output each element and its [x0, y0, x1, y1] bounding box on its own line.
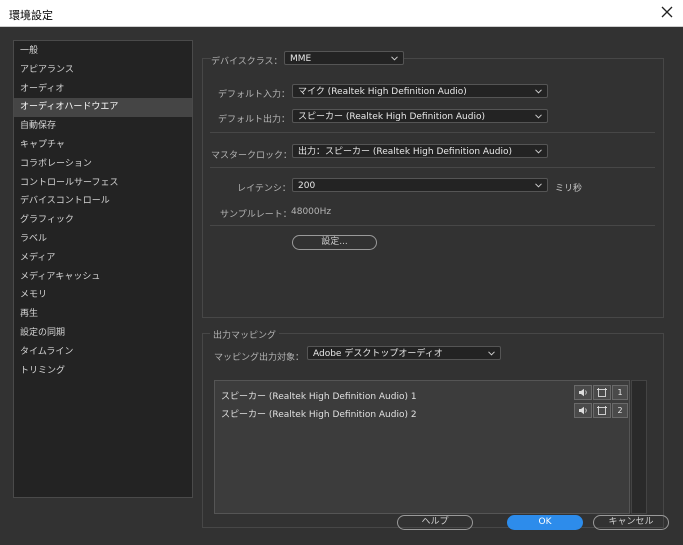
sidebar-item-trimming[interactable]: トリミング: [14, 362, 192, 381]
channel-2-number: 2: [612, 403, 628, 418]
sidebar-item-audio-hardware[interactable]: オーディオハードウエア: [14, 98, 192, 118]
sidebar-item-media[interactable]: メディア: [14, 249, 192, 268]
latency-label: レイテンシ：: [237, 184, 291, 194]
mapping-target-value: Adobe デスクトップオーディオ: [313, 349, 443, 359]
chevron-down-icon: [488, 351, 495, 356]
master-clock-value: 出力：スピーカー (Realtek High Definition Audio): [298, 147, 512, 157]
sidebar-item-collaboration[interactable]: コラボレーション: [14, 155, 192, 174]
default-output-value: スピーカー (Realtek High Definition Audio): [298, 112, 485, 122]
latency-unit: ミリ秒: [555, 184, 583, 194]
help-button[interactable]: ヘルプ: [397, 515, 473, 530]
channel-row-1[interactable]: スピーカー (Realtek High Definition Audio) 1: [221, 389, 417, 402]
window-title: 環境設定: [9, 9, 53, 22]
device-class-label: デバイスクラス：: [211, 54, 286, 67]
sidebar-item-appearance[interactable]: アピアランス: [14, 61, 192, 80]
sidebar-item-audio[interactable]: オーディオ: [14, 80, 192, 99]
cancel-button[interactable]: キャンセル: [593, 515, 669, 530]
settings-button[interactable]: 設定...: [292, 235, 377, 250]
divider: [210, 225, 655, 226]
master-clock-dropdown[interactable]: 出力：スピーカー (Realtek High Definition Audio): [292, 144, 548, 158]
output-mapping-section-label: 出力マッピング: [210, 328, 280, 341]
mapping-target-label: マッピング出力対象：: [214, 353, 305, 363]
divider: [210, 132, 655, 133]
channel-2-speaker-button[interactable]: [574, 403, 592, 418]
chevron-down-icon: [391, 56, 398, 61]
sidebar-item-timeline[interactable]: タイムライン: [14, 343, 192, 362]
default-input-value: マイク (Realtek High Definition Audio): [298, 87, 467, 97]
sidebar-item-media-cache[interactable]: メディアキャッシュ: [14, 268, 192, 287]
sidebar-item-sync-settings[interactable]: 設定の同期: [14, 324, 192, 343]
category-list: 一般 アピアランス オーディオ オーディオハードウエア 自動保存 キャプチャ コ…: [14, 41, 192, 380]
mapping-target-dropdown[interactable]: Adobe デスクトップオーディオ: [307, 346, 501, 360]
channel-list-scrollbar[interactable]: [631, 380, 647, 514]
latency-value: 200: [298, 181, 316, 191]
sidebar-item-general[interactable]: 一般: [14, 42, 192, 61]
channel-2-frame-button[interactable]: [593, 403, 611, 418]
ok-button[interactable]: OK: [507, 515, 583, 530]
sample-rate-value: 48000Hz: [291, 207, 332, 217]
category-sidebar: 一般 アピアランス オーディオ オーディオハードウエア 自動保存 キャプチャ コ…: [13, 40, 193, 498]
device-class-dropdown[interactable]: MME: [284, 51, 404, 65]
default-input-dropdown[interactable]: マイク (Realtek High Definition Audio): [292, 84, 548, 98]
default-output-label: デフォルト出力：: [218, 115, 291, 125]
sample-rate-label: サンプルレート：: [220, 210, 292, 220]
chevron-down-icon: [535, 183, 542, 188]
sidebar-item-labels[interactable]: ラベル: [14, 230, 192, 249]
channel-1-number: 1: [612, 385, 628, 400]
channel-row-2[interactable]: スピーカー (Realtek High Definition Audio) 2: [221, 407, 417, 420]
device-class-value: MME: [290, 54, 312, 64]
channel-1-frame-button[interactable]: [593, 385, 611, 400]
master-clock-label: マスタークロック：: [211, 151, 293, 161]
frame-icon: [597, 406, 607, 415]
default-output-dropdown[interactable]: スピーカー (Realtek High Definition Audio): [292, 109, 548, 123]
divider: [210, 167, 655, 168]
sidebar-item-control-surface[interactable]: コントロールサーフェス: [14, 174, 192, 193]
frame-icon: [597, 388, 607, 397]
sidebar-item-device-control[interactable]: デバイスコントロール: [14, 192, 192, 211]
sidebar-item-graphics[interactable]: グラフィック: [14, 211, 192, 230]
close-icon[interactable]: [659, 4, 675, 20]
sidebar-item-capture[interactable]: キャプチャ: [14, 136, 192, 155]
speaker-icon: [579, 388, 587, 397]
sidebar-item-memory[interactable]: メモリ: [14, 286, 192, 305]
default-input-label: デフォルト入力：: [218, 90, 291, 100]
channel-list: スピーカー (Realtek High Definition Audio) 1 …: [214, 380, 630, 514]
chevron-down-icon: [535, 89, 542, 94]
title-bar: 環境設定: [0, 0, 683, 27]
channel-1-speaker-button[interactable]: [574, 385, 592, 400]
sidebar-item-playback[interactable]: 再生: [14, 305, 192, 324]
sidebar-item-auto-save[interactable]: 自動保存: [14, 117, 192, 136]
chevron-down-icon: [535, 114, 542, 119]
chevron-down-icon: [535, 149, 542, 154]
latency-dropdown[interactable]: 200: [292, 178, 548, 192]
speaker-icon: [579, 406, 587, 415]
